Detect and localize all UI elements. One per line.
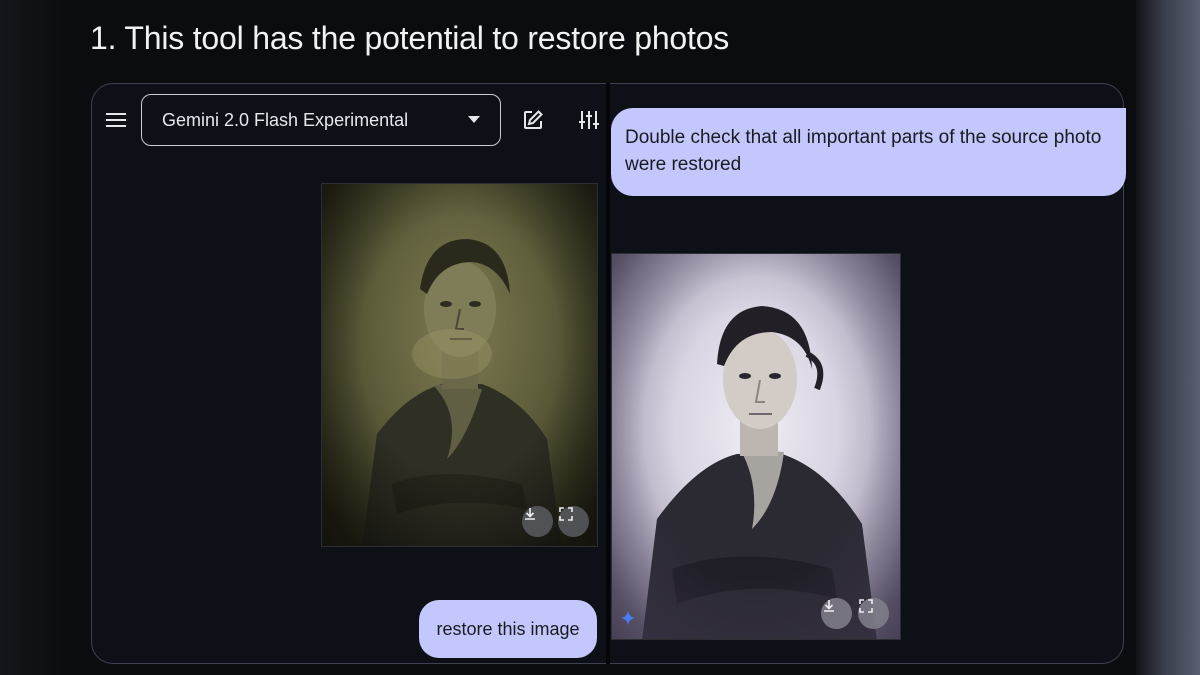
user-message-text: Double check that all important parts of… [625, 127, 1102, 175]
edit-icon[interactable] [519, 106, 547, 134]
user-prompt-text: restore this image [436, 618, 580, 639]
hamburger-menu-icon[interactable] [104, 108, 128, 132]
page-heading: 1. This tool has the potential to restor… [90, 20, 730, 56]
model-selector-label: Gemini 2.0 Flash Experimental [162, 109, 409, 130]
gemini-sparkle-icon [621, 611, 635, 625]
chevron-down-icon [468, 116, 480, 123]
fullscreen-icon[interactable] [558, 506, 589, 537]
original-photo[interactable] [321, 183, 598, 547]
model-selector[interactable]: Gemini 2.0 Flash Experimental [141, 94, 501, 146]
panel-divider [606, 83, 610, 664]
tune-sliders-icon[interactable] [575, 106, 603, 134]
user-message-bubble: Double check that all important parts of… [611, 108, 1126, 196]
download-icon[interactable] [522, 506, 553, 537]
user-prompt-bubble: restore this image [419, 600, 597, 658]
fullscreen-icon[interactable] [858, 598, 889, 629]
restored-photo[interactable] [611, 253, 901, 640]
download-icon[interactable] [821, 598, 852, 629]
left-backdrop [0, 0, 62, 675]
right-backdrop [1136, 0, 1200, 675]
